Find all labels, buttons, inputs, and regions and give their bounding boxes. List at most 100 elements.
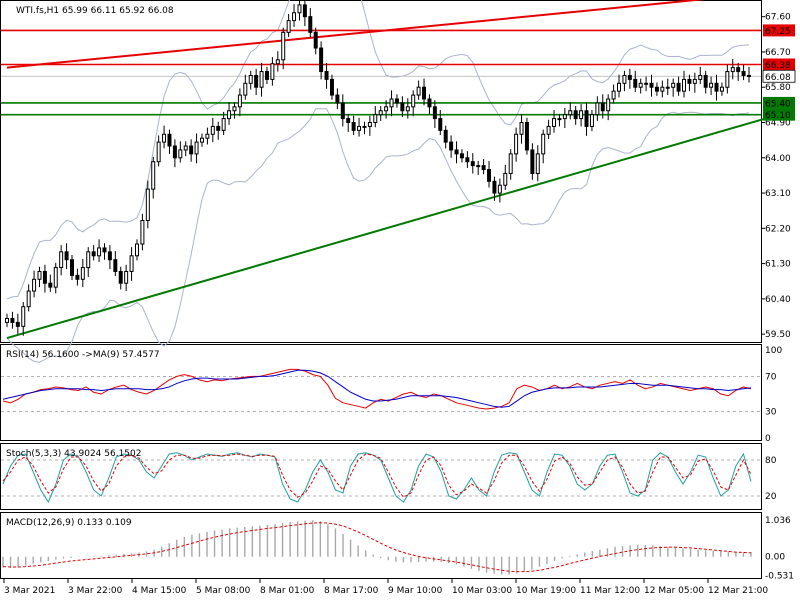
- level-price-tag-label: 65.40: [765, 99, 791, 109]
- candle: [259, 71, 264, 88]
- candle: [654, 86, 659, 92]
- candle: [21, 306, 26, 327]
- price-tick-label: 65.80: [765, 83, 791, 93]
- candle: [665, 86, 670, 89]
- candle: [5, 317, 9, 323]
- candle: [172, 145, 177, 159]
- candle: [64, 251, 69, 261]
- candle: [503, 172, 508, 186]
- candle: [714, 82, 719, 92]
- stoch-scale-label: 20: [765, 492, 777, 502]
- candle: [649, 82, 654, 88]
- candle: [97, 247, 102, 257]
- candle: [530, 149, 535, 174]
- macd-scale-label: 0.00: [765, 553, 785, 563]
- candle: [411, 94, 416, 108]
- candle: [660, 86, 665, 92]
- candle: [449, 141, 454, 151]
- time-tick-label: 5 Mar 08:00: [196, 586, 251, 596]
- candle: [324, 71, 329, 80]
- candle: [75, 274, 80, 280]
- candle: [470, 161, 475, 167]
- time-tick-label: 3 Mar 2021: [4, 586, 55, 596]
- trading-chart[interactable]: 67.6066.7065.8064.9064.0063.1062.2061.30…: [0, 0, 800, 600]
- candle: [606, 98, 611, 112]
- candle: [264, 71, 269, 80]
- candle: [237, 94, 242, 108]
- candle: [308, 16, 313, 33]
- candle: [378, 110, 383, 116]
- candle: [80, 267, 85, 280]
- candle: [59, 251, 64, 269]
- candle: [508, 153, 513, 174]
- candle: [595, 102, 600, 116]
- price-tick-label: 59.50: [765, 330, 791, 340]
- candle: [633, 78, 638, 88]
- candle: [497, 184, 502, 194]
- price-tick-label: 61.30: [765, 260, 791, 270]
- candle: [546, 125, 551, 135]
- candle: [541, 133, 546, 155]
- candle: [167, 133, 172, 147]
- candle: [698, 74, 703, 80]
- candle: [292, 12, 297, 22]
- candle: [91, 251, 96, 257]
- candle: [145, 188, 150, 221]
- time-tick-label: 3 Mar 22:00: [68, 586, 123, 596]
- candle: [351, 122, 356, 131]
- candle: [682, 78, 686, 92]
- candle: [432, 106, 437, 120]
- candle: [476, 165, 481, 168]
- candle: [405, 106, 410, 112]
- candle: [627, 74, 632, 80]
- candle: [443, 129, 448, 143]
- candle: [113, 259, 118, 272]
- price-tick-label: 67.60: [765, 13, 791, 23]
- candle: [638, 82, 643, 88]
- candle: [216, 125, 221, 131]
- candle: [151, 161, 156, 190]
- candle: [286, 20, 291, 33]
- candle: [622, 74, 627, 84]
- candle: [140, 219, 145, 245]
- price-tick-label: 63.10: [765, 189, 791, 199]
- candle: [199, 137, 204, 143]
- macd-pane-title: MACD(12,26,9) 0.133 0.109: [6, 518, 132, 528]
- time-tick-label: 8 Mar 17:00: [324, 586, 379, 596]
- candle: [454, 149, 459, 155]
- candle: [535, 153, 540, 174]
- candle: [709, 82, 714, 88]
- candle: [156, 141, 161, 163]
- candle: [124, 270, 129, 284]
- candle: [524, 122, 529, 151]
- candle: [400, 102, 405, 112]
- rsi-pane-title: RSI(14) 56.1600 ->MA(9) 57.4577: [6, 350, 160, 360]
- candle: [741, 71, 746, 76]
- candle: [573, 110, 578, 120]
- candle: [492, 180, 497, 194]
- candle: [552, 118, 557, 127]
- candle: [319, 47, 324, 73]
- candle: [102, 247, 107, 253]
- candle: [519, 122, 524, 135]
- candle: [107, 251, 112, 261]
- candle: [329, 78, 334, 96]
- candle: [730, 67, 735, 73]
- candle: [357, 125, 362, 131]
- candle: [416, 86, 421, 96]
- candle: [10, 317, 15, 323]
- candle: [600, 102, 605, 112]
- candle: [178, 149, 183, 159]
- candle: [37, 270, 42, 280]
- candle: [719, 86, 724, 92]
- candle: [340, 102, 345, 120]
- time-tick-label: 9 Mar 10:00: [388, 586, 443, 596]
- candle: [134, 243, 139, 257]
- candle: [438, 118, 443, 131]
- candle: [568, 110, 573, 116]
- candle: [210, 125, 215, 135]
- macd-scale-label: -0.531: [765, 572, 794, 582]
- candle: [248, 74, 253, 84]
- candle: [562, 114, 567, 120]
- candle: [275, 59, 280, 65]
